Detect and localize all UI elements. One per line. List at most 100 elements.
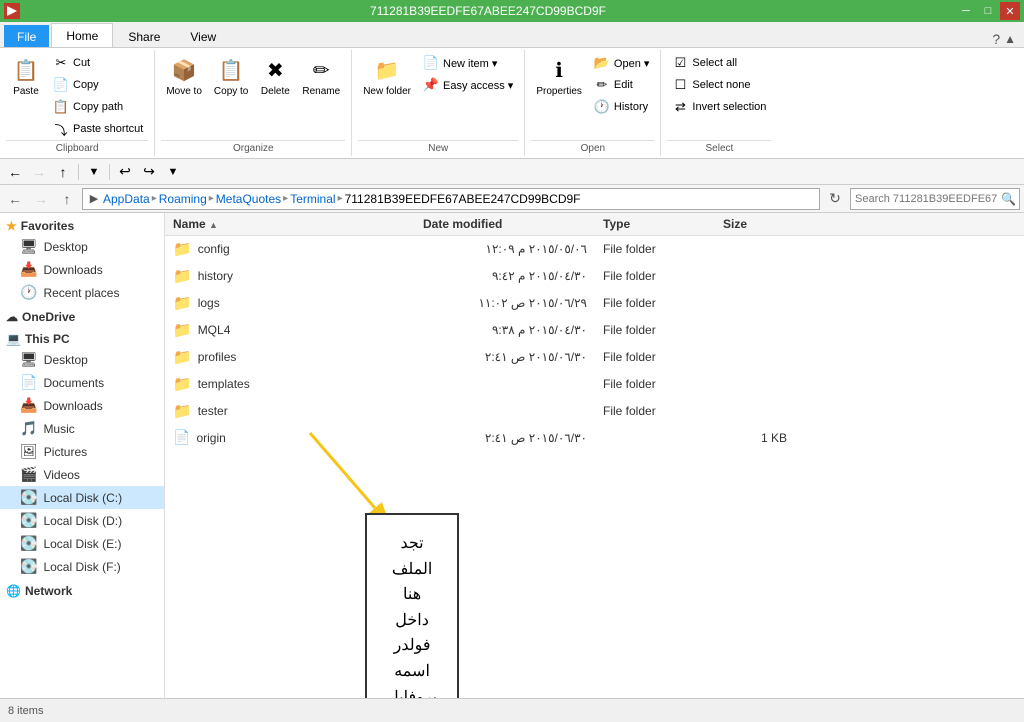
search-input[interactable] bbox=[855, 193, 997, 205]
sidebar-section-network: 🌐 Network bbox=[0, 582, 164, 600]
maximize-button[interactable]: □ bbox=[978, 2, 998, 20]
folder-icon: 📁 bbox=[173, 267, 192, 285]
thispc-icon: 💻 bbox=[6, 332, 21, 346]
help-button[interactable]: ? bbox=[992, 31, 1000, 47]
sidebar-item-downloads-pc[interactable]: 📥 Downloads bbox=[0, 394, 164, 417]
up-button[interactable]: ↑ bbox=[52, 161, 74, 183]
sidebar-item-local-disk-f[interactable]: 💽 Local Disk (F:) bbox=[0, 555, 164, 578]
forward-button[interactable]: → bbox=[28, 161, 50, 183]
address-bar[interactable]: ▶ AppData ▸ Roaming ▸ MetaQuotes ▸ Termi… bbox=[82, 188, 820, 210]
sidebar-item-desktop-pc[interactable]: 🖥 Desktop bbox=[0, 348, 164, 371]
breadcrumb-terminal[interactable]: Terminal bbox=[290, 192, 335, 206]
copy-button[interactable]: 📄 Copy bbox=[48, 74, 148, 96]
sidebar-header-thispc[interactable]: 💻 This PC bbox=[0, 330, 164, 348]
sidebar-item-local-disk-c[interactable]: 💽 Local Disk (C:) bbox=[0, 486, 164, 509]
breadcrumb-metaquotes[interactable]: MetaQuotes bbox=[216, 192, 281, 206]
music-icon: 🎵 bbox=[20, 420, 37, 437]
tab-share[interactable]: Share bbox=[113, 25, 175, 47]
select-label: Select bbox=[667, 140, 771, 154]
new-item-button[interactable]: 📄 New item ▾ bbox=[418, 52, 518, 74]
invert-selection-button[interactable]: ⇄ Invert selection bbox=[667, 96, 771, 118]
select-all-button[interactable]: ☑ Select all bbox=[667, 52, 771, 74]
redo-button[interactable]: ↪ bbox=[138, 161, 160, 183]
edit-button[interactable]: ✏ Edit bbox=[589, 74, 655, 96]
sidebar-header-favorites[interactable]: ★ Favorites bbox=[0, 217, 164, 235]
sidebar-item-desktop-fav[interactable]: 🖥 Desktop bbox=[0, 235, 164, 258]
titlebar: 711281B39EEDFE67ABEE247CD99BCD9F ─ □ ✕ bbox=[0, 0, 1024, 22]
properties-button[interactable]: ℹ Properties bbox=[531, 52, 587, 101]
select-none-button[interactable]: ☐ Select none bbox=[667, 74, 771, 96]
addressbar: ← → ↑ ▶ AppData ▸ Roaming ▸ MetaQuotes ▸… bbox=[0, 185, 1024, 213]
paste-shortcut-button[interactable]: ⤵ Paste shortcut bbox=[48, 118, 148, 140]
paste-button[interactable]: 📋 Paste bbox=[6, 52, 46, 101]
column-header-name[interactable]: Name ▲ bbox=[165, 215, 415, 233]
sidebar-item-recent-places[interactable]: 🕐 Recent places bbox=[0, 281, 164, 304]
table-row[interactable]: 📁history ٢٠١٥/٠٤/٣٠ م ٩:٤٢ File folder bbox=[165, 263, 1024, 290]
table-row[interactable]: 📁config ٢٠١٥/٠٥/٠٦ م ١٢:٠٩ File folder bbox=[165, 236, 1024, 263]
folder-icon: 📁 bbox=[173, 240, 192, 258]
rename-icon: ✏ bbox=[307, 56, 335, 84]
tab-home[interactable]: Home bbox=[51, 23, 113, 47]
tab-file[interactable]: File bbox=[4, 25, 49, 47]
table-row[interactable]: 📁logs ٢٠١٥/٠٦/٢٩ ص ١١:٠٢ File folder bbox=[165, 290, 1024, 317]
sidebar-item-local-disk-d[interactable]: 💽 Local Disk (D:) bbox=[0, 509, 164, 532]
table-row[interactable]: 📁profiles ٢٠١٥/٠٦/٣٠ ص ٢:٤١ File folder bbox=[165, 344, 1024, 371]
address-expand-button[interactable]: ▶ bbox=[87, 188, 101, 210]
sidebar-item-pictures[interactable]: 🖼 Pictures bbox=[0, 440, 164, 463]
new-folder-button[interactable]: 📁 New folder bbox=[358, 52, 416, 101]
nav-forward-button[interactable]: → bbox=[30, 188, 52, 210]
easy-access-button[interactable]: 📌 Easy access ▾ bbox=[418, 74, 518, 96]
sidebar-item-videos[interactable]: 🎬 Videos bbox=[0, 463, 164, 486]
properties-icon: ℹ bbox=[545, 56, 573, 84]
sidebar-item-documents[interactable]: 📄 Documents bbox=[0, 371, 164, 394]
search-box[interactable]: 🔍 bbox=[850, 188, 1020, 210]
back-button[interactable]: ← bbox=[4, 161, 26, 183]
select-all-icon: ☑ bbox=[672, 55, 688, 71]
refresh-button[interactable]: ↻ bbox=[824, 188, 846, 210]
column-header-date[interactable]: Date modified bbox=[415, 215, 595, 233]
sidebar-item-music[interactable]: 🎵 Music bbox=[0, 417, 164, 440]
move-to-button[interactable]: 📦 Move to bbox=[161, 52, 207, 101]
sidebar-item-downloads-fav[interactable]: 📥 Downloads bbox=[0, 258, 164, 281]
tab-view[interactable]: View bbox=[175, 25, 231, 47]
column-header-type[interactable]: Type bbox=[595, 215, 715, 233]
file-list-header: Name ▲ Date modified Type Size bbox=[165, 213, 1024, 236]
table-row[interactable]: 📁MQL4 ٢٠١٥/٠٤/٣٠ م ٩:٣٨ File folder bbox=[165, 317, 1024, 344]
breadcrumb-roaming[interactable]: Roaming bbox=[159, 192, 207, 206]
toolbar: ← → ↑ ▼ ↩ ↪ ▼ bbox=[0, 159, 1024, 185]
toolbar-separator bbox=[78, 164, 79, 180]
sidebar-item-local-disk-e[interactable]: 💽 Local Disk (E:) bbox=[0, 532, 164, 555]
paste-shortcut-icon: ⤵ bbox=[53, 121, 69, 137]
ribbon: 📋 Paste ✂ Cut 📄 Copy 📋 Copy path ⤵ bbox=[0, 48, 1024, 159]
toolbar-separator2 bbox=[109, 164, 110, 180]
tooltip-box: تجد الملف هنا داخل فولدر اسمه بروفايل bbox=[365, 513, 459, 698]
history-button[interactable]: 🕐 History bbox=[589, 96, 655, 118]
collapse-ribbon-button[interactable]: ▲ bbox=[1004, 32, 1016, 46]
copy-path-button[interactable]: 📋 Copy path bbox=[48, 96, 148, 118]
search-icon[interactable]: 🔍 bbox=[1001, 192, 1016, 206]
sidebar-header-network[interactable]: 🌐 Network bbox=[0, 582, 164, 600]
tooltip-line1: تجد الملف هنا داخل فولدر اسمه bbox=[387, 531, 437, 685]
nav-back-button[interactable]: ← bbox=[4, 188, 26, 210]
breadcrumb-appdata[interactable]: AppData bbox=[103, 192, 150, 206]
expand-button[interactable]: ▼ bbox=[162, 161, 184, 183]
table-row[interactable]: 📁tester File folder bbox=[165, 398, 1024, 425]
nav-up-button[interactable]: ↑ bbox=[56, 188, 78, 210]
minimize-button[interactable]: ─ bbox=[956, 2, 976, 20]
clipboard-group: 📋 Paste ✂ Cut 📄 Copy 📋 Copy path ⤵ bbox=[0, 50, 155, 156]
undo-button[interactable]: ↩ bbox=[114, 161, 136, 183]
sidebar-header-onedrive[interactable]: ☁ OneDrive bbox=[0, 308, 164, 326]
recent-locations-button[interactable]: ▼ bbox=[83, 161, 105, 183]
rename-button[interactable]: ✏ Rename bbox=[297, 52, 345, 101]
open-button[interactable]: 📂 Open ▾ bbox=[589, 52, 655, 74]
column-header-size[interactable]: Size bbox=[715, 215, 795, 233]
copy-to-button[interactable]: 📋 Copy to bbox=[209, 52, 253, 101]
table-row[interactable]: 📄origin ٢٠١٥/٠٦/٣٠ ص ٢:٤١ 1 KB bbox=[165, 425, 1024, 451]
local-disk-c-icon: 💽 bbox=[20, 489, 37, 506]
close-button[interactable]: ✕ bbox=[1000, 2, 1020, 20]
open-label: Open bbox=[531, 140, 654, 154]
recent-places-icon: 🕐 bbox=[20, 284, 37, 301]
cut-button[interactable]: ✂ Cut bbox=[48, 52, 148, 74]
delete-button[interactable]: ✖ Delete bbox=[255, 52, 295, 101]
table-row[interactable]: 📁templates File folder bbox=[165, 371, 1024, 398]
